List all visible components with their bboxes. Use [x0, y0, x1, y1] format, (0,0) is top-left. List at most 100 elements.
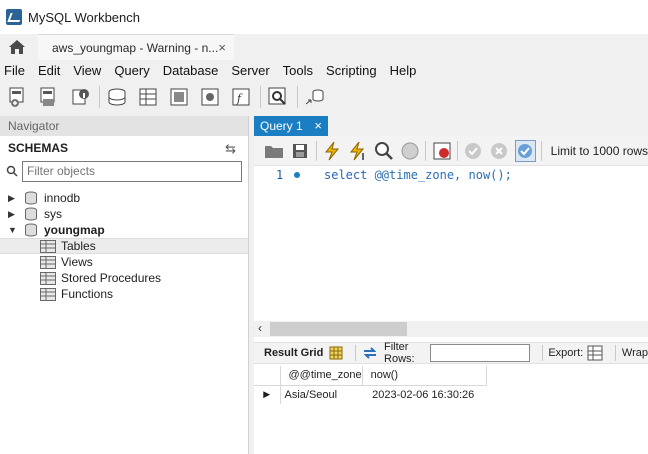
execute-current-button[interactable] — [348, 140, 369, 162]
save-button[interactable] — [290, 140, 311, 162]
menu-tools[interactable]: Tools — [283, 63, 313, 78]
inspector-button[interactable] — [68, 85, 92, 109]
filter-objects-input[interactable] — [22, 160, 242, 182]
filter-row — [0, 160, 248, 182]
scrollbar-thumb[interactable] — [270, 322, 407, 336]
database-add-icon — [108, 88, 126, 106]
tree-item-label: Tables — [61, 239, 96, 253]
connection-tab[interactable]: aws_youngmap - Warning - n... × — [38, 34, 234, 60]
schema-row-sys[interactable]: ▶ sys — [0, 206, 248, 222]
folder-icon — [265, 145, 284, 158]
sql-code-line: select @@time_zone, now(); — [324, 168, 512, 182]
window-title: MySQL Workbench — [28, 9, 140, 25]
result-grid-label[interactable]: Result Grid — [264, 347, 323, 359]
query-tab[interactable]: Query 1 × — [254, 116, 328, 136]
menu-server[interactable]: Server — [231, 63, 269, 78]
expand-arrow-icon[interactable]: ▶ — [8, 193, 20, 204]
tree-item-tables[interactable]: Tables — [0, 238, 248, 254]
cell-time-zone[interactable]: Asia/Seoul — [280, 385, 362, 404]
create-schema-button[interactable] — [105, 85, 129, 109]
tree-item-views[interactable]: Views — [0, 254, 248, 270]
autocommit-toggle[interactable] — [514, 139, 536, 162]
main-toolbar: f — [0, 82, 648, 112]
execute-button[interactable] — [322, 140, 343, 162]
explain-button[interactable] — [373, 140, 394, 162]
menu-query[interactable]: Query — [114, 63, 149, 78]
autocommit-icon — [518, 143, 533, 158]
refresh-icon — [363, 347, 377, 359]
table-row[interactable]: ▶ Asia/Seoul 2023-02-06 16:30:26 — [254, 385, 486, 404]
limit-rows-select[interactable]: Limit to 1000 rows — [551, 144, 648, 158]
menu-scripting[interactable]: Scripting — [326, 63, 377, 78]
column-header[interactable]: @@time_zone — [280, 366, 363, 386]
navigator-panel: Navigator SCHEMAS ⇆ ▶ innodb ▶ sys ▼ you… — [0, 116, 249, 454]
cell-now[interactable]: 2023-02-06 16:30:26 — [362, 385, 486, 404]
query-editor-area: Query 1 × Limit to 1000 rows 1 select @@… — [254, 116, 648, 454]
create-function-button[interactable]: f — [229, 85, 253, 109]
sql-expression: @@time_zone, now(); — [367, 168, 512, 182]
error-toggle-icon — [433, 142, 451, 159]
lightning-cursor-icon — [349, 141, 365, 160]
home-tab[interactable] — [4, 36, 30, 58]
menu-help[interactable]: Help — [390, 63, 417, 78]
commit-button[interactable] — [463, 140, 484, 162]
stop-hand-icon — [401, 142, 419, 159]
cancel-circle-icon — [491, 142, 508, 159]
export-label: Export: — [548, 347, 584, 359]
search-table-data-button[interactable] — [266, 85, 290, 109]
tree-item-label: Functions — [61, 287, 114, 301]
filter-rows-input[interactable] — [429, 344, 530, 362]
search-icon — [6, 165, 18, 177]
refresh-icon[interactable]: ⇆ — [225, 141, 236, 157]
grid-view-button[interactable] — [329, 345, 343, 361]
schema-row-innodb[interactable]: ▶ innodb — [0, 190, 248, 206]
reconnect-button[interactable] — [303, 85, 327, 109]
row-pointer-icon: ▶ — [254, 385, 281, 404]
new-sql-icon — [9, 87, 24, 107]
menu-view[interactable]: View — [73, 63, 101, 78]
collapse-arrow-icon[interactable]: ▼ — [8, 225, 20, 235]
create-table-button[interactable] — [136, 85, 160, 109]
navigator-header: Navigator — [0, 116, 248, 136]
toggle-error-button[interactable] — [431, 140, 452, 162]
create-view-button[interactable] — [167, 85, 191, 109]
query-tab-label: Query 1 — [260, 119, 303, 133]
tables-icon — [40, 239, 56, 253]
create-procedure-button[interactable] — [198, 85, 222, 109]
menu-file[interactable]: File — [4, 63, 25, 78]
schemas-label: SCHEMAS — [8, 141, 69, 155]
lightning-icon — [325, 141, 340, 160]
schema-row-youngmap[interactable]: ▼ youngmap — [0, 222, 248, 238]
check-circle-icon — [465, 142, 482, 159]
expand-arrow-icon[interactable]: ▶ — [8, 209, 20, 220]
open-sql-script-button[interactable] — [37, 85, 61, 109]
grid-icon — [329, 346, 343, 360]
close-icon[interactable]: × — [218, 40, 226, 55]
search-icon — [268, 87, 286, 105]
menu-database[interactable]: Database — [163, 63, 219, 78]
export-button[interactable] — [587, 345, 603, 361]
open-sql-icon — [40, 87, 55, 106]
function-add-icon: f — [232, 88, 250, 106]
editor-horizontal-scrollbar[interactable]: ‹ — [254, 321, 648, 337]
wrap-label[interactable]: Wrap — [622, 347, 648, 359]
view-add-icon — [170, 88, 188, 106]
schema-name: sys — [44, 207, 62, 221]
mysql-workbench-icon — [6, 9, 22, 25]
column-header[interactable]: now() — [362, 366, 487, 386]
stop-button[interactable] — [399, 140, 420, 162]
tree-item-label: Views — [61, 255, 93, 269]
menu-edit[interactable]: Edit — [38, 63, 60, 78]
sql-editor[interactable]: 1 select @@time_zone, now(); — [254, 168, 648, 318]
scroll-left-icon[interactable]: ‹ — [258, 321, 262, 335]
info-icon — [72, 89, 89, 105]
header-row: @@time_zone now() — [254, 366, 487, 386]
tree-item-functions[interactable]: Functions — [0, 286, 248, 302]
open-file-button[interactable] — [264, 140, 285, 162]
tree-item-stored-procedures[interactable]: Stored Procedures — [0, 270, 248, 286]
rollback-button[interactable] — [489, 140, 510, 162]
views-icon — [40, 255, 56, 269]
new-sql-tab-button[interactable] — [6, 85, 30, 109]
refresh-results-button[interactable] — [362, 345, 378, 361]
close-icon[interactable]: × — [314, 118, 322, 133]
